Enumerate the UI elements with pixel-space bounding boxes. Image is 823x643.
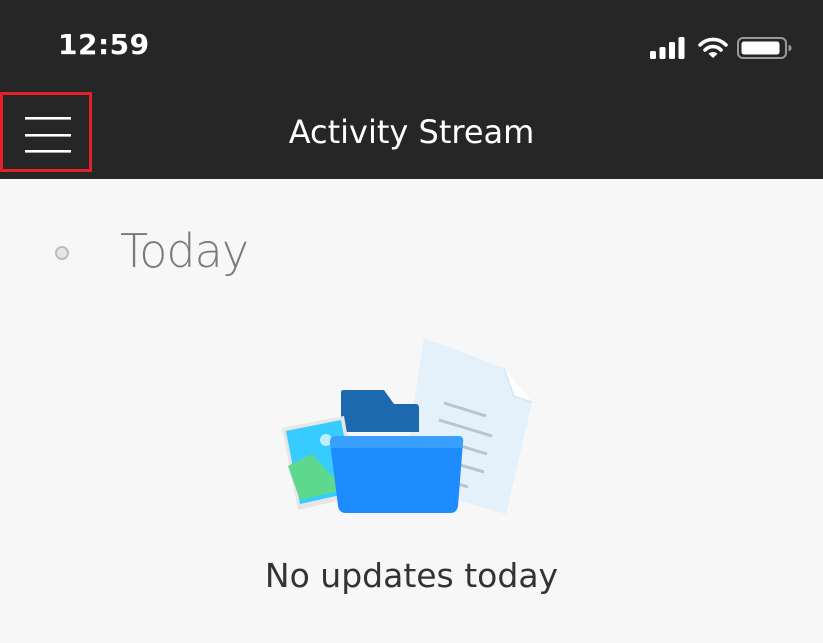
- status-bar: 12:59: [0, 0, 823, 92]
- page-title: Activity Stream: [288, 113, 535, 151]
- files-folder-illustration: [282, 338, 533, 514]
- empty-state-message: No updates today: [264, 556, 559, 595]
- menu-button[interactable]: [0, 92, 92, 172]
- signal-icon: [650, 37, 685, 59]
- status-time: 12:59: [58, 28, 150, 61]
- timeline-dot: [55, 246, 69, 260]
- app-header: Activity Stream: [0, 92, 823, 179]
- hamburger-menu-icon: [25, 117, 71, 153]
- wifi-icon: [698, 37, 728, 58]
- battery-icon: [737, 37, 792, 59]
- section-heading: Today: [120, 224, 249, 278]
